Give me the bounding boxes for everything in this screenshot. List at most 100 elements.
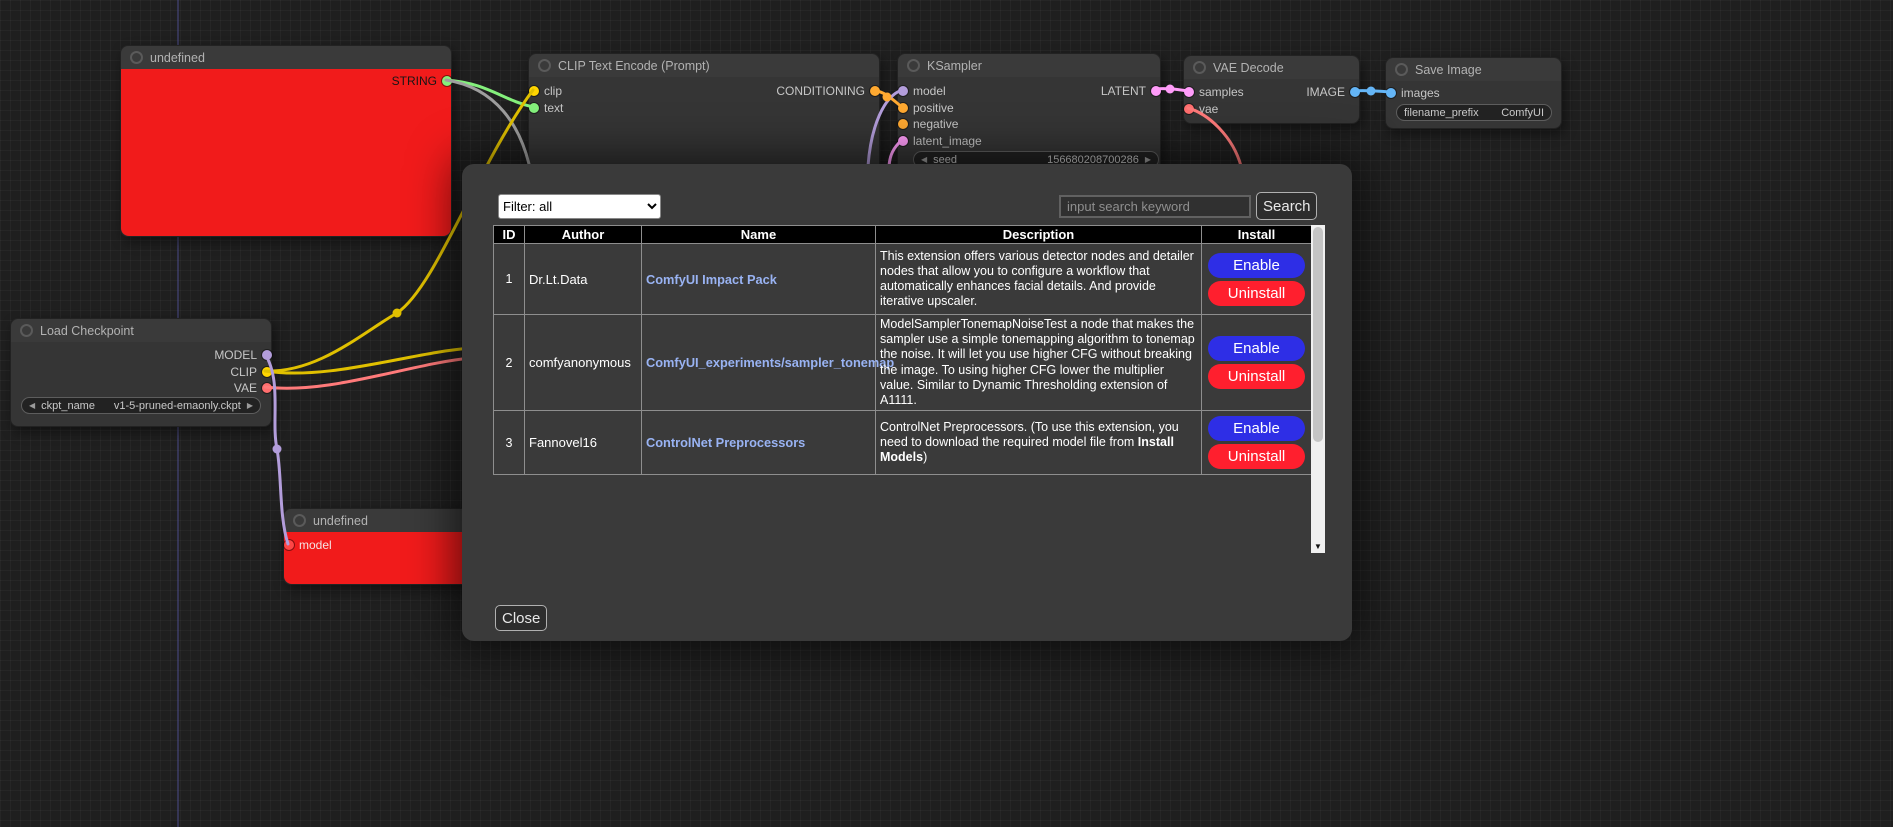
input-slot-samples[interactable]: samples (1184, 86, 1244, 97)
node-title: VAE Decode (1213, 61, 1284, 75)
output-slot-latent[interactable]: LATENT (1101, 85, 1161, 96)
col-header-description: Description (876, 226, 1202, 244)
enable-button[interactable]: Enable (1208, 253, 1305, 278)
scrollbar-thumb[interactable] (1313, 227, 1323, 442)
output-slot-image[interactable]: IMAGE (1306, 86, 1360, 97)
output-slot-model[interactable]: MODEL (214, 349, 272, 360)
conditioning-output-dot[interactable] (870, 86, 880, 96)
input-slot-positive[interactable]: positive (898, 102, 954, 113)
model-output-dot[interactable] (262, 350, 272, 360)
description-text: ControlNet Preprocessors. (To use this e… (880, 420, 1179, 449)
extension-link[interactable]: ComfyUI Impact Pack (646, 272, 777, 287)
table-row: 3 Fannovel16 ControlNet Preprocessors Co… (494, 411, 1312, 475)
cell-id: 1 (494, 244, 525, 315)
node-title: undefined (150, 51, 205, 65)
input-slot-latent-image[interactable]: latent_image (898, 135, 982, 146)
node-header[interactable]: Save Image (1386, 58, 1561, 81)
custom-nodes-table: ID Author Name Description Install 1 Dr.… (493, 225, 1312, 475)
input-slot-model[interactable]: model (898, 85, 946, 96)
cell-description: ModelSamplerTonemapNoiseTest a node that… (876, 315, 1202, 411)
uninstall-button[interactable]: Uninstall (1208, 281, 1305, 306)
negative-input-dot[interactable] (898, 119, 908, 129)
widget-label: filename_prefix (1404, 107, 1479, 119)
slot-label: latent_image (913, 134, 982, 148)
cell-id: 2 (494, 315, 525, 411)
enable-button[interactable]: Enable (1208, 416, 1305, 441)
node-header[interactable]: VAE Decode (1184, 56, 1359, 79)
text-input-dot[interactable] (529, 103, 539, 113)
collapse-dot-icon[interactable] (1395, 63, 1408, 76)
slot-label: positive (913, 101, 954, 115)
latent-output-dot[interactable] (1151, 86, 1161, 96)
slot-label: model (913, 84, 946, 98)
node-title: undefined (313, 514, 368, 528)
latent-image-input-dot[interactable] (898, 136, 908, 146)
cell-name: ComfyUI Impact Pack (642, 244, 876, 315)
model-input-dot[interactable] (284, 540, 294, 550)
input-slot-model[interactable]: model (284, 539, 332, 550)
collapse-dot-icon[interactable] (907, 59, 920, 72)
input-slot-images[interactable]: images (1386, 87, 1440, 98)
node-header[interactable]: CLIP Text Encode (Prompt) (529, 54, 879, 77)
uninstall-button[interactable]: Uninstall (1208, 364, 1305, 389)
vae-input-dot[interactable] (1184, 104, 1194, 114)
wire-dot-model (273, 445, 282, 454)
collapse-dot-icon[interactable] (130, 51, 143, 64)
extension-link[interactable]: ControlNet Preprocessors (646, 435, 805, 450)
col-header-id: ID (494, 226, 525, 244)
decrement-arrow-icon[interactable]: ◀ (921, 156, 927, 164)
clip-output-dot[interactable] (262, 367, 272, 377)
string-output-dot[interactable] (442, 76, 452, 86)
widget-value: ComfyUI (1501, 107, 1544, 119)
input-slot-clip[interactable]: clip (529, 85, 562, 96)
collapse-dot-icon[interactable] (1193, 61, 1206, 74)
image-output-dot[interactable] (1350, 87, 1360, 97)
filename-prefix-widget[interactable]: filename_prefix ComfyUI (1396, 104, 1552, 121)
wire-string-stub (446, 80, 529, 164)
table-scroll-area[interactable]: ID Author Name Description Install 1 Dr.… (493, 225, 1325, 553)
ckpt-name-widget[interactable]: ◀ ckpt_name v1-5-pruned-emaonly.ckpt ▶ (21, 397, 261, 414)
table-row: 2 comfyanonymous ComfyUI_experiments/sam… (494, 315, 1312, 411)
output-slot-conditioning[interactable]: CONDITIONING (776, 85, 880, 96)
wire-dot-clip (393, 309, 402, 318)
enable-button[interactable]: Enable (1208, 336, 1305, 361)
model-input-dot[interactable] (898, 86, 908, 96)
previous-arrow-icon[interactable]: ◀ (29, 402, 35, 410)
extension-link[interactable]: ComfyUI_experiments/sampler_tonemap (646, 355, 894, 370)
output-slot-string[interactable]: STRING (392, 75, 452, 86)
node-save-image[interactable]: Save Image images filename_prefix ComfyU… (1385, 57, 1562, 129)
collapse-dot-icon[interactable] (538, 59, 551, 72)
uninstall-button[interactable]: Uninstall (1208, 444, 1305, 469)
close-button[interactable]: Close (495, 605, 547, 631)
node-vae-decode[interactable]: VAE Decode samples vae IMAGE (1183, 55, 1360, 124)
table-scrollbar[interactable]: ▼ (1311, 225, 1325, 553)
collapse-dot-icon[interactable] (293, 514, 306, 527)
clip-input-dot[interactable] (529, 86, 539, 96)
node-body: samples vae IMAGE (1184, 79, 1359, 123)
input-slot-negative[interactable]: negative (898, 118, 958, 129)
filter-select[interactable]: Filter: all (498, 194, 661, 219)
search-button[interactable]: Search (1256, 192, 1317, 220)
node-header[interactable]: KSampler (898, 54, 1160, 77)
input-slot-vae[interactable]: vae (1184, 103, 1218, 114)
positive-input-dot[interactable] (898, 103, 908, 113)
node-graph-canvas[interactable]: undefined STRING CLIP Text Encode (Promp… (0, 0, 1893, 827)
node-load-checkpoint[interactable]: Load Checkpoint MODEL CLIP VAE ◀ ckpt_na… (10, 318, 272, 427)
cell-install: Enable Uninstall (1202, 411, 1312, 475)
increment-arrow-icon[interactable]: ▶ (1145, 156, 1151, 164)
description-text: ) (923, 450, 927, 464)
input-slot-text[interactable]: text (529, 102, 563, 113)
images-input-dot[interactable] (1386, 88, 1396, 98)
node-header[interactable]: Load Checkpoint (11, 319, 271, 342)
next-arrow-icon[interactable]: ▶ (247, 402, 253, 410)
node-header[interactable]: undefined (121, 46, 451, 69)
search-input[interactable] (1059, 195, 1251, 218)
vae-output-dot[interactable] (262, 383, 272, 393)
node-ksampler[interactable]: KSampler model positive negative latent_… (897, 53, 1161, 175)
output-slot-vae[interactable]: VAE (234, 382, 272, 393)
output-slot-clip[interactable]: CLIP (230, 366, 272, 377)
collapse-dot-icon[interactable] (20, 324, 33, 337)
samples-input-dot[interactable] (1184, 87, 1194, 97)
scroll-down-icon[interactable]: ▼ (1311, 540, 1325, 553)
node-undefined-top[interactable]: undefined STRING (120, 45, 452, 237)
